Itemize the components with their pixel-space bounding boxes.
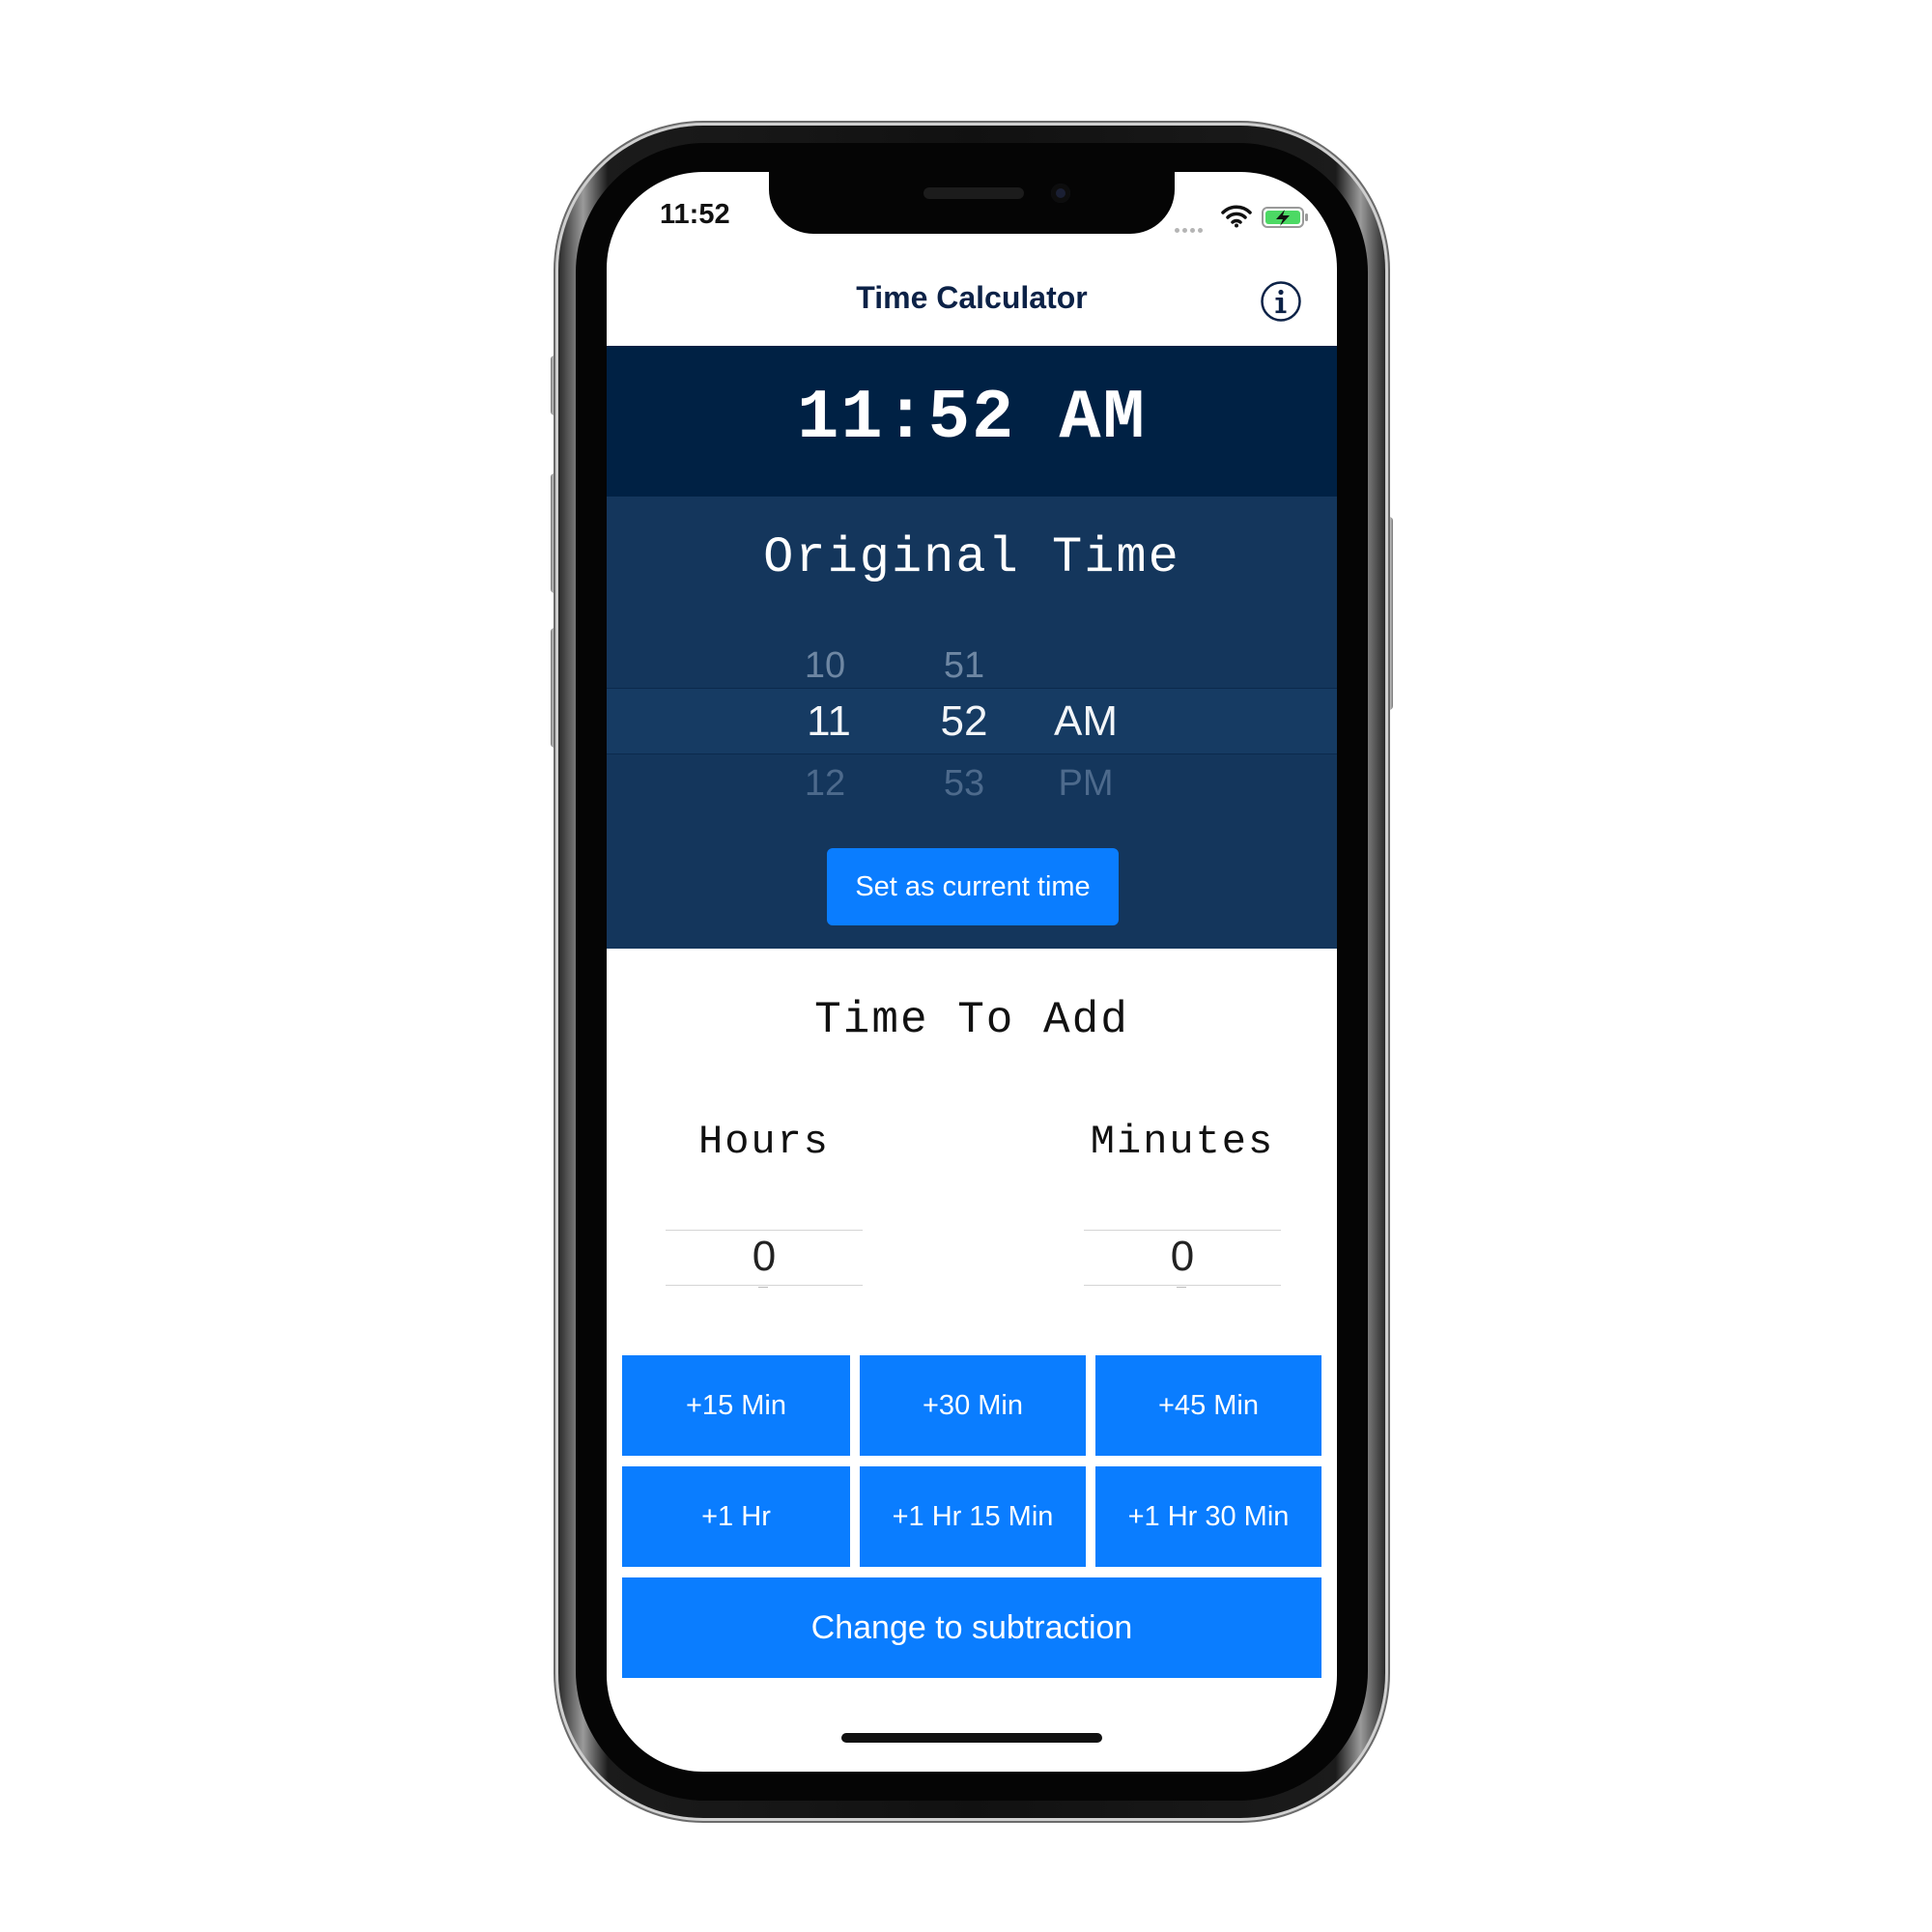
hours-label: Hours [697,1119,831,1165]
minutes-picker[interactable]: 0 [1084,1230,1281,1288]
minutes-value: 0 [1170,1233,1195,1280]
hour-option-selected[interactable]: 11 [781,697,877,746]
period-option-selected[interactable]: AM [1037,697,1134,746]
status-time: 11:52 [660,199,730,230]
original-time-title: Original Time [763,529,1180,586]
minutes-label: Minutes [1090,1119,1275,1165]
hours-next-hint [758,1287,768,1292]
add-15-min-button[interactable]: +15 Min [622,1355,850,1456]
silent-switch [551,355,558,415]
volume-down-button [551,628,558,748]
front-camera-icon [1051,184,1070,203]
hours-value: 0 [752,1233,777,1280]
power-button [1385,517,1393,710]
info-icon[interactable] [1260,280,1302,323]
nav-title: Time Calculator [856,280,1088,315]
minute-option-selected[interactable]: 52 [916,697,1012,746]
time-to-add-title: Time To Add [814,995,1129,1045]
hour-option-below[interactable]: 12 [777,763,873,805]
add-45-min-button[interactable]: +45 Min [1095,1355,1321,1456]
hour-option-above[interactable]: 10 [777,645,873,687]
minute-option-below[interactable]: 53 [916,763,1012,805]
result-header: 11:52 AM [607,346,1337,497]
hours-picker[interactable]: 0 [666,1230,863,1288]
add-1-hr-15-min-button[interactable]: +1 Hr 15 Min [860,1466,1086,1567]
set-current-time-button[interactable]: Set as current time [827,848,1119,925]
picker-divider-bottom [607,753,1337,754]
app-screen: 11:52 Time Calculator 11:52 AM Original … [607,172,1337,1772]
notch [769,172,1175,234]
speaker-grille [923,187,1024,199]
period-option-below[interactable]: PM [1037,763,1134,805]
home-indicator[interactable] [841,1733,1102,1743]
change-to-subtraction-button[interactable]: Change to subtraction [622,1577,1321,1678]
cellular-signal-icon [1175,220,1209,233]
minute-option-above[interactable]: 51 [916,645,1012,687]
result-time: 11:52 AM [797,379,1147,458]
picker-divider-top [607,688,1337,689]
minutes-next-hint [1177,1287,1186,1292]
original-time-section: Original Time 10 11 12 51 52 53 AM PM Se… [607,497,1337,949]
add-30-min-button[interactable]: +30 Min [860,1355,1086,1456]
volume-up-button [551,473,558,593]
battery-charging-icon [1262,207,1308,228]
add-1-hr-button[interactable]: +1 Hr [622,1466,850,1567]
wifi-icon [1221,205,1252,228]
add-1-hr-30-min-button[interactable]: +1 Hr 30 Min [1095,1466,1321,1567]
